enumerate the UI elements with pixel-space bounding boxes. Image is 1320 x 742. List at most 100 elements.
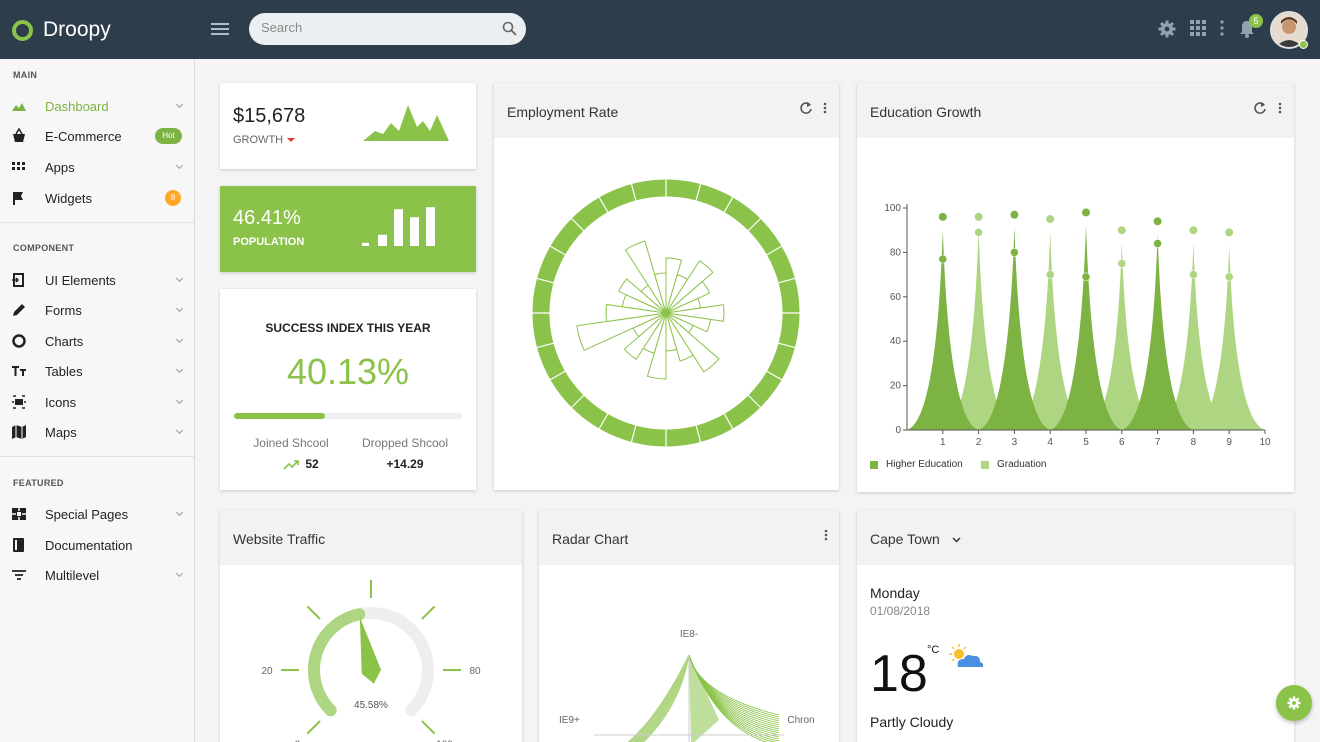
radar-chart: IE8- IE9+ Chron (559, 629, 815, 742)
trending-up-icon (283, 460, 300, 470)
sidebar-item-special-pages[interactable]: Special Pages (0, 501, 194, 527)
map-icon (11, 424, 27, 440)
sidebar-item-ui-elements[interactable]: UI Elements (0, 267, 194, 293)
refresh-icon[interactable] (1253, 101, 1267, 115)
sidebar-item-dashboard[interactable]: Dashboard (0, 93, 194, 119)
sidebar-item-label: Tables (45, 364, 83, 379)
sidebar-item-apps[interactable]: Apps (0, 154, 194, 180)
data-point (938, 254, 948, 264)
y-tick-label: 40 (890, 336, 902, 347)
flag-icon (11, 190, 27, 206)
sidebar-item-icons[interactable]: Icons (0, 389, 194, 415)
basket-icon (11, 128, 27, 144)
gauge-tick (421, 720, 436, 735)
sidebar-item-label: Forms (45, 303, 82, 318)
joined-value-row: 52 (246, 457, 356, 471)
legend-swatch (870, 460, 878, 469)
joined-label: Joined Shcool (253, 436, 329, 450)
weather-temperature: 18 (870, 645, 928, 703)
sidebar-item-forms[interactable]: Forms (0, 297, 194, 323)
data-point (938, 212, 947, 221)
sidebar: MAIN Dashboard E-Commerce Hot Apps Widge… (0, 59, 195, 742)
sidebar-item-widgets[interactable]: Widgets 8 (0, 185, 194, 211)
sidebar-item-label: Charts (45, 334, 84, 349)
more-vertical-icon[interactable] (1219, 20, 1225, 36)
growth-value: $15,678 (233, 105, 306, 127)
partly-cloudy-icon (949, 644, 984, 667)
gauge-tick (306, 720, 321, 735)
radar-series-line (640, 654, 690, 742)
y-tick-label: 100 (884, 203, 901, 214)
sidebar-item-label: UI Elements (45, 273, 116, 288)
gauge-fill (308, 608, 366, 717)
search-box (249, 13, 526, 45)
icons-icon (11, 394, 27, 410)
success-index-card: SUCCESS INDEX THIS YEAR 40.13% Joined Sh… (220, 289, 476, 490)
more-vertical-icon[interactable] (1278, 101, 1282, 115)
apps-grid-icon[interactable] (1190, 20, 1206, 36)
x-tick-label: 5 (1083, 437, 1089, 448)
sidebar-item-label: Documentation (45, 538, 133, 553)
hot-badge: Hot (155, 128, 182, 144)
sidebar-item-e-commerce[interactable]: E-Commerce Hot (0, 123, 194, 149)
settings-gear-icon[interactable] (1158, 20, 1176, 38)
brand[interactable]: Droopy (12, 18, 111, 42)
radar-series-line (643, 654, 690, 742)
sidebar-item-label: E-Commerce (45, 129, 122, 144)
card-title: Radar Chart (552, 531, 629, 547)
joined-value: 52 (305, 457, 319, 471)
data-point (1224, 272, 1234, 282)
x-tick-label: 7 (1155, 437, 1161, 448)
sidebar-item-tables[interactable]: Tables (0, 358, 194, 384)
sidebar-divider (0, 222, 194, 223)
weather-card: Cape Town Monday 01/08/2018 18 °C Partly… (857, 510, 1294, 742)
apps-grid-icon (11, 159, 27, 175)
x-tick-label: 3 (1012, 437, 1018, 448)
card-title: Education Growth (870, 104, 982, 120)
sidebar-item-label: Icons (45, 395, 77, 410)
y-tick-label: 80 (890, 247, 902, 258)
population-bar (426, 207, 435, 246)
x-tick-label: 4 (1047, 437, 1053, 448)
data-point (1082, 208, 1090, 217)
population-bar (362, 242, 369, 246)
chevron-down-icon (175, 100, 184, 109)
card-header: Website Traffic (220, 510, 522, 565)
refresh-icon[interactable] (799, 101, 813, 115)
sidebar-item-maps[interactable]: Maps (0, 419, 194, 445)
more-vertical-icon[interactable] (823, 101, 827, 115)
population-bar-sparkline (362, 207, 435, 246)
success-value: 40.13% (286, 351, 410, 392)
data-point (1010, 210, 1019, 219)
city-select[interactable]: Cape Town (870, 531, 961, 547)
y-tick-label: 60 (890, 292, 902, 303)
card-header: Employment Rate (494, 83, 839, 138)
dropped-label: Dropped Shcool (361, 436, 449, 450)
website-traffic-card: Website Traffic 0208010045.58% (220, 510, 522, 742)
widgets-count-badge: 8 (165, 190, 181, 206)
y-tick-label: 20 (890, 381, 902, 392)
chevron-down-icon (175, 569, 184, 578)
card-title: Website Traffic (233, 531, 326, 547)
chevron-down-icon (175, 274, 184, 283)
sidebar-item-documentation[interactable]: Documentation (0, 532, 194, 558)
search-input[interactable] (261, 20, 491, 35)
filter-icon (11, 567, 27, 583)
x-tick-label: 1 (940, 437, 946, 448)
trend-down-icon (287, 138, 296, 143)
gauge-tick-label: 20 (261, 666, 273, 677)
data-point (1153, 217, 1162, 226)
settings-fab-button[interactable] (1276, 685, 1312, 721)
sidebar-item-multilevel[interactable]: Multilevel (0, 562, 194, 588)
legend-item: Graduation (981, 459, 1046, 470)
search-icon[interactable] (502, 21, 517, 36)
notification-badge: 5 (1249, 14, 1263, 28)
x-tick-label: 9 (1226, 437, 1232, 448)
sidebar-item-label: Maps (45, 425, 77, 440)
top-bar: Droopy 5 (0, 0, 1320, 59)
more-vertical-icon[interactable] (824, 528, 828, 542)
sidebar-item-charts[interactable]: Charts (0, 328, 194, 354)
sidebar-item-label: Special Pages (45, 507, 129, 522)
hamburger-menu-icon[interactable] (211, 22, 229, 36)
data-point (1189, 270, 1198, 279)
